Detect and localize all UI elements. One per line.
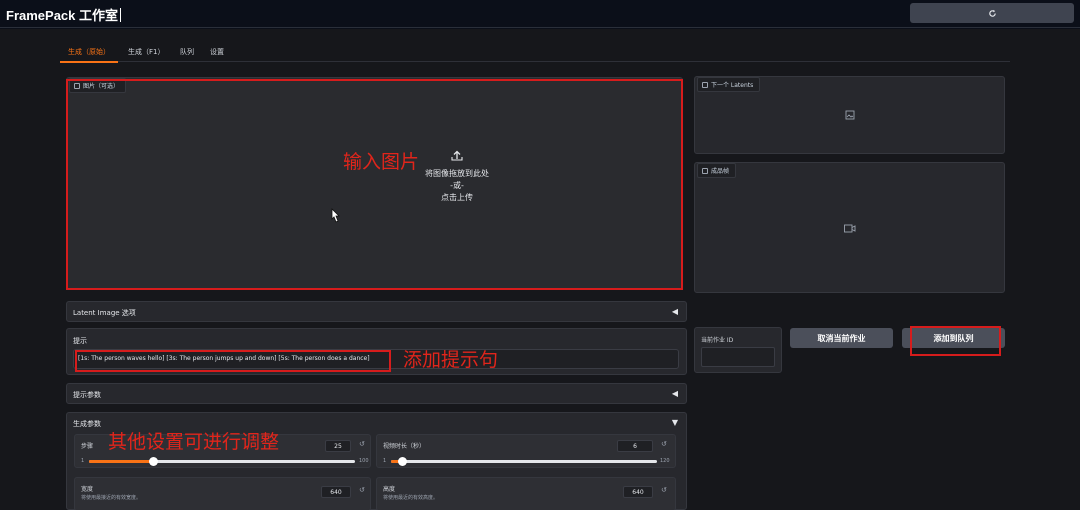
width-hint: 将使用最接近的有效宽度。 — [81, 495, 142, 501]
tab-settings[interactable]: 设置 — [210, 47, 224, 57]
tab-generate-original[interactable]: 生成（原始） — [60, 47, 118, 63]
input-image-annotation: 输入图片 — [343, 151, 420, 173]
top-bar: FramePack 工作室 — [0, 0, 1080, 28]
text-cursor — [120, 8, 121, 22]
steps-max: 100 — [359, 458, 369, 464]
refresh-icon — [988, 9, 996, 17]
prompt-label: 提示 — [73, 337, 87, 345]
video-placeholder-icon — [844, 224, 856, 233]
video-panel-label-text: 成品帧 — [711, 168, 730, 175]
collapse-arrow-icon: ◀ — [671, 307, 678, 316]
duration-slider-card: 视频时长（秒） 6 ↺ 1 120 — [376, 434, 676, 468]
collapse-arrow-icon: ◀ — [671, 389, 678, 398]
tab-queue[interactable]: 队列 — [180, 47, 194, 57]
reset-icon[interactable]: ↺ — [359, 440, 365, 448]
steps-number-input[interactable]: 25 — [325, 440, 351, 452]
duration-min: 1 — [383, 458, 387, 464]
add-prompt-annotation: 添加提示句 — [403, 349, 499, 371]
tab-generate-f1[interactable]: 生成（F1） — [128, 47, 164, 57]
duration-label: 视频时长（秒） — [383, 443, 426, 450]
width-number-input[interactable]: 640 — [321, 486, 351, 498]
height-card: 高度 将使用最近的有效高度。 640 ↺ — [376, 477, 676, 510]
latents-panel-label: 下一个 Latents — [697, 77, 761, 92]
input-image-highlight — [66, 79, 683, 290]
add-to-queue-highlight — [910, 326, 1001, 356]
prompt-params-title: 提示参数 — [73, 391, 101, 399]
steps-label: 步骤 — [81, 443, 94, 450]
latent-options-accordion[interactable]: Latent Image 选项 ◀ — [66, 301, 687, 322]
reset-icon[interactable]: ↺ — [661, 440, 667, 448]
height-hint: 将使用最近的有效高度。 — [383, 495, 439, 501]
other-settings-annotation: 其他设置可进行调整 — [108, 431, 280, 453]
image-placeholder-icon — [845, 110, 855, 120]
duration-slider-track[interactable] — [391, 460, 657, 463]
height-number-input[interactable]: 640 — [623, 486, 653, 498]
duration-slider-thumb[interactable] — [398, 457, 407, 466]
current-job-label: 当前作业 ID — [701, 337, 734, 344]
width-label: 宽度 — [81, 486, 94, 493]
video-panel-label: 成品帧 — [697, 163, 737, 178]
duration-max: 120 — [660, 458, 670, 464]
current-job-panel: 当前作业 ID — [694, 327, 782, 373]
steps-min: 1 — [81, 458, 85, 464]
refresh-button[interactable] — [910, 3, 1074, 23]
latents-panel-label-text: 下一个 Latents — [711, 82, 754, 89]
expand-arrow-icon[interactable]: ▼ — [672, 418, 678, 427]
height-label: 高度 — [383, 486, 396, 493]
latent-options-title: Latent Image 选项 — [73, 309, 136, 317]
main-area: 生成（原始） 生成（F1） 队列 设置 图片（可选） 将图像拖放到此处 -或- … — [0, 29, 1080, 510]
cancel-job-button[interactable]: 取消当前作业 — [790, 328, 893, 348]
current-job-id-field[interactable] — [701, 347, 775, 367]
gen-params-title: 生成参数 — [73, 420, 101, 428]
steps-slider-fill — [89, 460, 153, 463]
duration-number-input[interactable]: 6 — [617, 440, 653, 452]
image-icon — [702, 81, 708, 88]
video-output-panel: 成品帧 — [694, 162, 1005, 293]
next-latents-panel: 下一个 Latents — [694, 76, 1005, 154]
app-title: FramePack 工作室 — [6, 5, 121, 24]
steps-slider-thumb[interactable] — [149, 457, 158, 466]
reset-icon[interactable]: ↺ — [359, 486, 365, 494]
prompt-params-accordion[interactable]: 提示参数 ◀ — [66, 383, 687, 404]
video-icon — [702, 167, 708, 174]
prompt-highlight — [75, 350, 391, 372]
tab-bar: 生成（原始） 生成（F1） 队列 设置 — [60, 45, 1010, 63]
reset-icon[interactable]: ↺ — [661, 486, 667, 494]
width-card: 宽度 将使用最接近的有效宽度。 640 ↺ — [74, 477, 371, 510]
